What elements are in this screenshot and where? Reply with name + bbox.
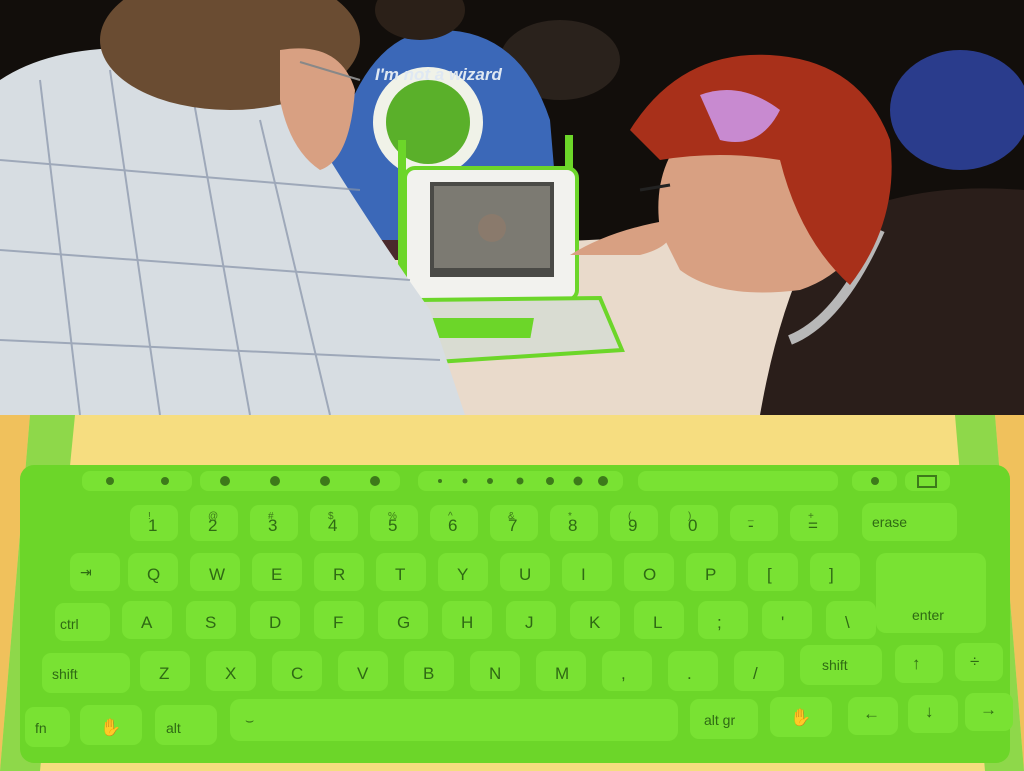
row3-7-label: K (589, 613, 601, 632)
row4-7-label: , (621, 664, 626, 683)
row3-8-label: L (653, 613, 662, 632)
keyboard-photo: 1! 2 @3 #4 $5% 6 ^ 7 & 8 * 9(0) - _ = + Q W E R T Y U I O P[] A S D F… (0, 415, 1024, 771)
shirt-text: I'm not a wizard (375, 65, 502, 84)
alt-key (155, 705, 217, 745)
row3-3-label: F (333, 613, 343, 632)
number-0-sublabel: ! (148, 511, 151, 522)
space-icon: ⌣ (245, 712, 254, 728)
svg-text:÷: ÷ (970, 652, 979, 671)
row4-7-key (602, 651, 652, 691)
row3-4-label: G (397, 613, 410, 632)
top-photo: I'm not a wizard (0, 0, 1024, 415)
number-5-sublabel: ^ (448, 511, 453, 522)
number-10-key (730, 505, 778, 541)
row4-9-key (734, 651, 784, 691)
row2-1-label: W (209, 565, 225, 584)
background-person (890, 50, 1024, 170)
row3-11-key (826, 601, 876, 639)
number-2-sublabel: # (268, 511, 274, 522)
ctrl-label: ctrl (60, 616, 79, 632)
row2-3-label: R (333, 565, 345, 584)
row3-10-label: ' (781, 613, 784, 632)
row3-2-label: D (269, 613, 281, 632)
row2-9-label: P (705, 565, 716, 584)
top-photo-scene: I'm not a wizard (0, 0, 1024, 415)
row4-8-key (668, 651, 718, 691)
row3-9-key (698, 601, 748, 639)
hand-icon-right: ✋ (790, 707, 811, 727)
row2-4-label: T (395, 565, 405, 584)
shift-right-label: shift (822, 657, 848, 673)
row4-4-label: B (423, 664, 434, 683)
hand-icon-left: ✋ (100, 717, 121, 737)
svg-text:⇥: ⇥ (80, 564, 92, 580)
number-7-sublabel: * (568, 511, 572, 522)
row3-9-label: ; (717, 613, 722, 632)
top-row-left (82, 471, 192, 491)
arrow-left-icon: ← (863, 704, 880, 723)
row2-8-label: O (643, 565, 656, 584)
fn-key (25, 707, 70, 747)
row2-11-key (810, 553, 860, 591)
row2-11-label: ] (829, 565, 834, 584)
row4-1-label: X (225, 664, 236, 683)
row2-2-label: E (271, 565, 282, 584)
enter-label: enter (912, 607, 944, 623)
row2-7-label: I (581, 565, 586, 584)
number-11-sublabel: + (808, 511, 814, 522)
fn-label: fn (35, 720, 47, 736)
number-1-sublabel: @ (208, 511, 218, 522)
row3-5-label: H (461, 613, 473, 632)
space-bar (230, 699, 678, 741)
row4-2-label: C (291, 664, 303, 683)
row3-10-key (762, 601, 812, 639)
number-9-sublabel: ) (688, 511, 691, 522)
row4-0-label: Z (159, 664, 169, 683)
row2-5-label: Y (457, 565, 468, 584)
row2-10-key (748, 553, 798, 591)
shift-left-label: shift (52, 666, 78, 682)
row4-6-label: M (555, 664, 569, 683)
row3-11-label: \ (845, 613, 850, 632)
number-3-sublabel: $ (328, 511, 334, 522)
number-4-sublabel: % (388, 511, 397, 522)
number-6-sublabel: & (508, 511, 515, 522)
row3-0-label: A (141, 613, 153, 632)
row2-0-label: Q (147, 565, 160, 584)
row4-8-label: . (687, 664, 692, 683)
row3-6-label: J (525, 613, 534, 632)
arrow-up-icon: ↑ (912, 654, 921, 673)
row2-6-label: U (519, 565, 531, 584)
tab-key (70, 553, 120, 591)
row2-7-key (562, 553, 612, 591)
alt-gr-label: alt gr (704, 712, 735, 728)
row4-9-label: / (753, 664, 758, 683)
row4-5-label: N (489, 664, 501, 683)
erase-label: erase (872, 514, 907, 530)
alt-label: alt (166, 720, 181, 736)
arrow-down-icon: ↓ (925, 702, 934, 721)
row3-1-label: S (205, 613, 216, 632)
row4-3-label: V (357, 664, 369, 683)
number-10-sublabel: _ (747, 511, 754, 522)
top-row-volume (638, 471, 838, 491)
keyboard-scene: 1! 2@ 3# 4$ 5% 6^ 7& 8* 9(0) -_ =+Q W E R T Y U I O P[]A S D F… (0, 415, 1024, 771)
row2-10-label: [ (767, 565, 772, 584)
arrow-right-icon: → (980, 700, 997, 719)
